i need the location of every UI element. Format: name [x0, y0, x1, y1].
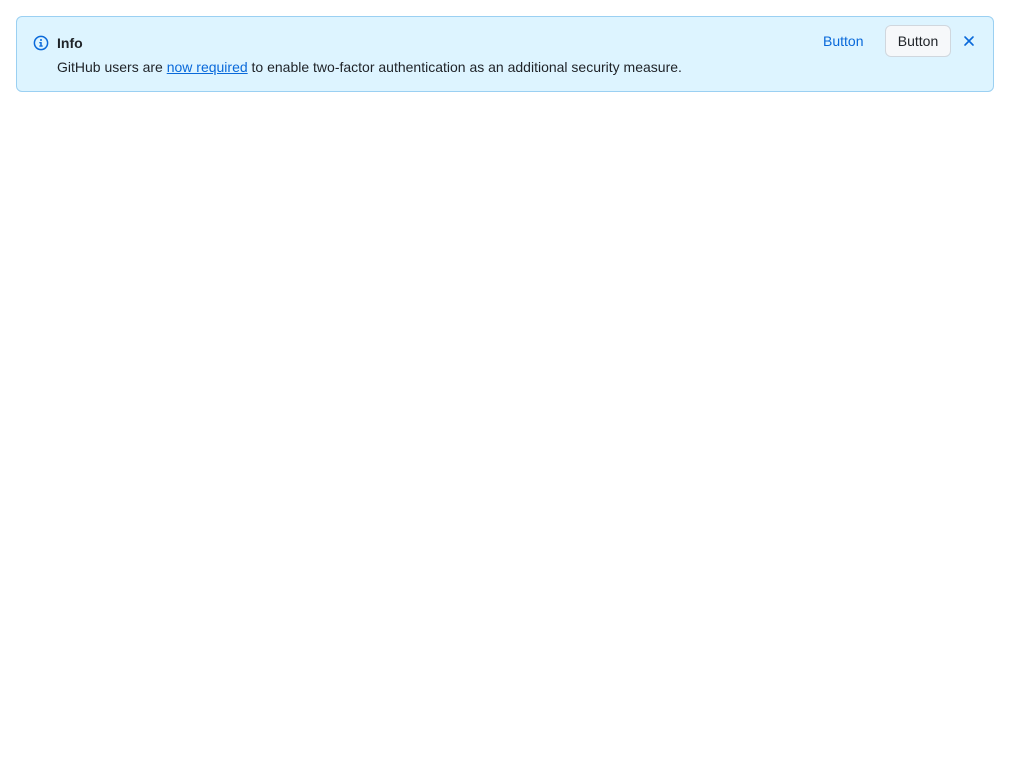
close-icon [957, 33, 981, 49]
info-icon [33, 35, 49, 51]
banner-message-text-end: to enable two-factor authentication as a… [247, 59, 682, 75]
banner-title: Info [57, 35, 83, 51]
banner-link-button[interactable]: Button [813, 25, 873, 57]
banner-secondary-button[interactable]: Button [885, 25, 951, 57]
banner-message-text: GitHub users are [57, 59, 167, 75]
close-button[interactable] [957, 29, 981, 53]
now-required-link[interactable]: now required [167, 59, 248, 75]
banner-message: GitHub users are now required to enable … [57, 58, 682, 76]
info-banner: Info GitHub users are now required to en… [16, 16, 994, 92]
